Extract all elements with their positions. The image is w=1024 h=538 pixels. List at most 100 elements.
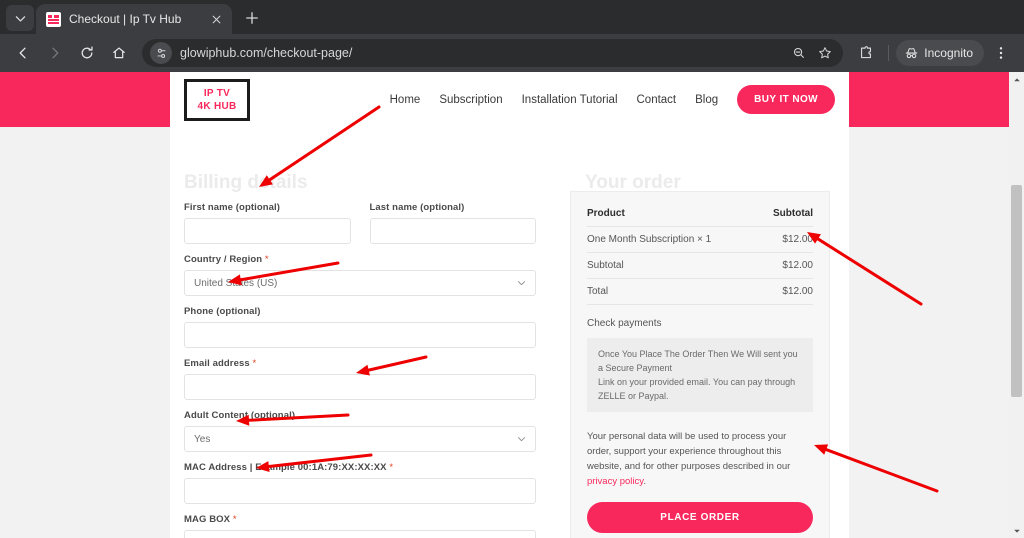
home-icon [113, 47, 125, 59]
phone-input[interactable] [184, 322, 536, 348]
zoom-indicator-button[interactable] [787, 41, 811, 65]
nav-item-subscription[interactable]: Subscription [439, 94, 502, 106]
nav-item-blog[interactable]: Blog [695, 94, 718, 106]
scroll-up-arrow-icon [1013, 77, 1020, 81]
browser-window: Checkout | Ip Tv Hub glowiphub.com/check… [0, 0, 1024, 538]
close-icon [212, 15, 220, 23]
email-label-text: Email address [184, 358, 250, 369]
address-bar-url: glowiphub.com/checkout-page/ [180, 46, 353, 60]
site-favicon [46, 11, 61, 27]
first-name-field-group: First name (optional) [184, 202, 351, 244]
reload-button[interactable] [72, 38, 102, 68]
reload-icon [81, 46, 93, 59]
mac-address-label-text: MAC Address | Example 00:1A:79:XX:XX:XX [184, 462, 387, 473]
last-name-input[interactable] [369, 218, 536, 244]
required-marker: * [232, 514, 237, 525]
chevron-down-icon [518, 437, 525, 442]
site-header: IP TV 4K HUB Home Subscription Installat… [170, 72, 849, 127]
tab-search-dropdown-button[interactable] [6, 5, 34, 31]
table-row: Total $12.00 [587, 278, 813, 305]
table-row: One Month Subscription × 1 $12.00 [587, 226, 813, 253]
logo-line-2: 4K HUB [197, 100, 237, 112]
home-button[interactable] [104, 38, 134, 68]
address-bar[interactable]: glowiphub.com/checkout-page/ [142, 39, 844, 67]
order-column-product: Product [587, 205, 758, 227]
mag-box-field-group: MAG BOX * STBEMU APP [184, 514, 536, 538]
new-tab-button[interactable] [238, 4, 266, 32]
adult-content-value: Yes [194, 433, 211, 445]
order-summary-panel: Product Subtotal One Month Subscription … [570, 191, 830, 538]
place-order-button[interactable]: PLACE ORDER [587, 502, 813, 533]
required-marker: * [389, 462, 394, 473]
browser-menu-button[interactable] [986, 38, 1016, 68]
privacy-notice: Your personal data will be used to proce… [587, 429, 813, 489]
browser-tab[interactable]: Checkout | Ip Tv Hub [36, 4, 232, 34]
buy-it-now-button[interactable]: BUY IT NOW [737, 85, 835, 114]
scroll-down-arrow-icon [1013, 529, 1020, 533]
extensions-button[interactable] [851, 38, 881, 68]
required-marker: * [252, 358, 257, 369]
phone-field-group: Phone (optional) [184, 306, 536, 348]
chevron-down-icon [518, 281, 525, 286]
last-name-field-group: Last name (optional) [369, 202, 536, 244]
back-button[interactable] [8, 38, 38, 68]
site-settings-icon[interactable] [150, 42, 172, 64]
star-icon [819, 47, 832, 59]
three-dot-menu-icon [999, 47, 1003, 59]
mag-box-label: MAG BOX * [184, 514, 536, 525]
plus-icon [246, 12, 258, 24]
order-table: Product Subtotal One Month Subscription … [587, 205, 813, 305]
privacy-policy-link[interactable]: privacy policy [587, 476, 643, 487]
mag-box-label-text: MAG BOX [184, 514, 231, 525]
tune-icon [157, 48, 165, 58]
page-scrollbar[interactable] [1009, 72, 1024, 538]
tab-strip: Checkout | Ip Tv Hub [0, 0, 1024, 34]
nav-item-contact[interactable]: Contact [637, 94, 677, 106]
site-logo[interactable]: IP TV 4K HUB [184, 78, 250, 121]
site-navigation: Home Subscription Installation Tutorial … [390, 85, 835, 114]
page-viewport: Billing details Your order IP TV 4K HUB … [0, 72, 1024, 538]
adult-content-select[interactable]: Yes [184, 426, 536, 452]
order-subtotal-label: Subtotal [587, 252, 758, 279]
country-region-select[interactable]: United States (US) [184, 270, 536, 296]
your-order-heading: Your order [585, 172, 681, 193]
extensions-puzzle-icon [861, 46, 872, 59]
country-region-label: Country / Region * [184, 254, 536, 265]
order-item-amount: $12.00 [757, 226, 813, 253]
order-subtotal-amount: $12.00 [757, 252, 813, 279]
incognito-icon [906, 47, 918, 58]
nav-item-installation-tutorial[interactable]: Installation Tutorial [522, 94, 618, 106]
email-field-group: Email address * [184, 358, 536, 400]
logo-line-1: IP TV [203, 87, 231, 99]
mac-address-input[interactable] [184, 478, 536, 504]
payment-method-label: Check payments [587, 318, 662, 329]
forward-arrow-icon [52, 47, 59, 59]
order-column-subtotal: Subtotal [757, 205, 813, 227]
scrollbar-thumb[interactable] [1011, 185, 1022, 397]
country-region-field-group: Country / Region * United States (US) [184, 254, 536, 296]
mac-address-label: MAC Address | Example 00:1A:79:XX:XX:XX … [184, 462, 536, 473]
chevron-down-icon [15, 15, 25, 22]
browser-toolbar: glowiphub.com/checkout-page/ Incognito [0, 34, 1024, 72]
order-total-label: Total [587, 278, 758, 305]
forward-button [40, 38, 70, 68]
tab-title: Checkout | Ip Tv Hub [69, 12, 182, 26]
checkout-page: Billing details Your order IP TV 4K HUB … [0, 72, 1009, 538]
incognito-profile-chip[interactable]: Incognito [896, 40, 984, 66]
order-table-header-row: Product Subtotal [587, 205, 813, 227]
tab-close-button[interactable] [208, 11, 224, 27]
scroll-down-button[interactable] [1009, 523, 1024, 538]
scroll-up-button[interactable] [1009, 72, 1024, 87]
payment-note-box: Once You Place The Order Then We Will se… [587, 338, 813, 412]
last-name-label: Last name (optional) [369, 202, 465, 213]
order-item-label: One Month Subscription × 1 [587, 226, 758, 253]
back-arrow-icon [19, 47, 26, 59]
bookmark-button[interactable] [813, 41, 837, 65]
mag-box-select[interactable]: STBEMU APP [184, 530, 536, 538]
mac-address-field-group: MAC Address | Example 00:1A:79:XX:XX:XX … [184, 462, 536, 504]
first-name-input[interactable] [184, 218, 351, 244]
email-input[interactable] [184, 374, 536, 400]
country-region-value: United States (US) [194, 277, 278, 289]
nav-item-home[interactable]: Home [390, 94, 421, 106]
zoom-out-icon [794, 47, 805, 58]
